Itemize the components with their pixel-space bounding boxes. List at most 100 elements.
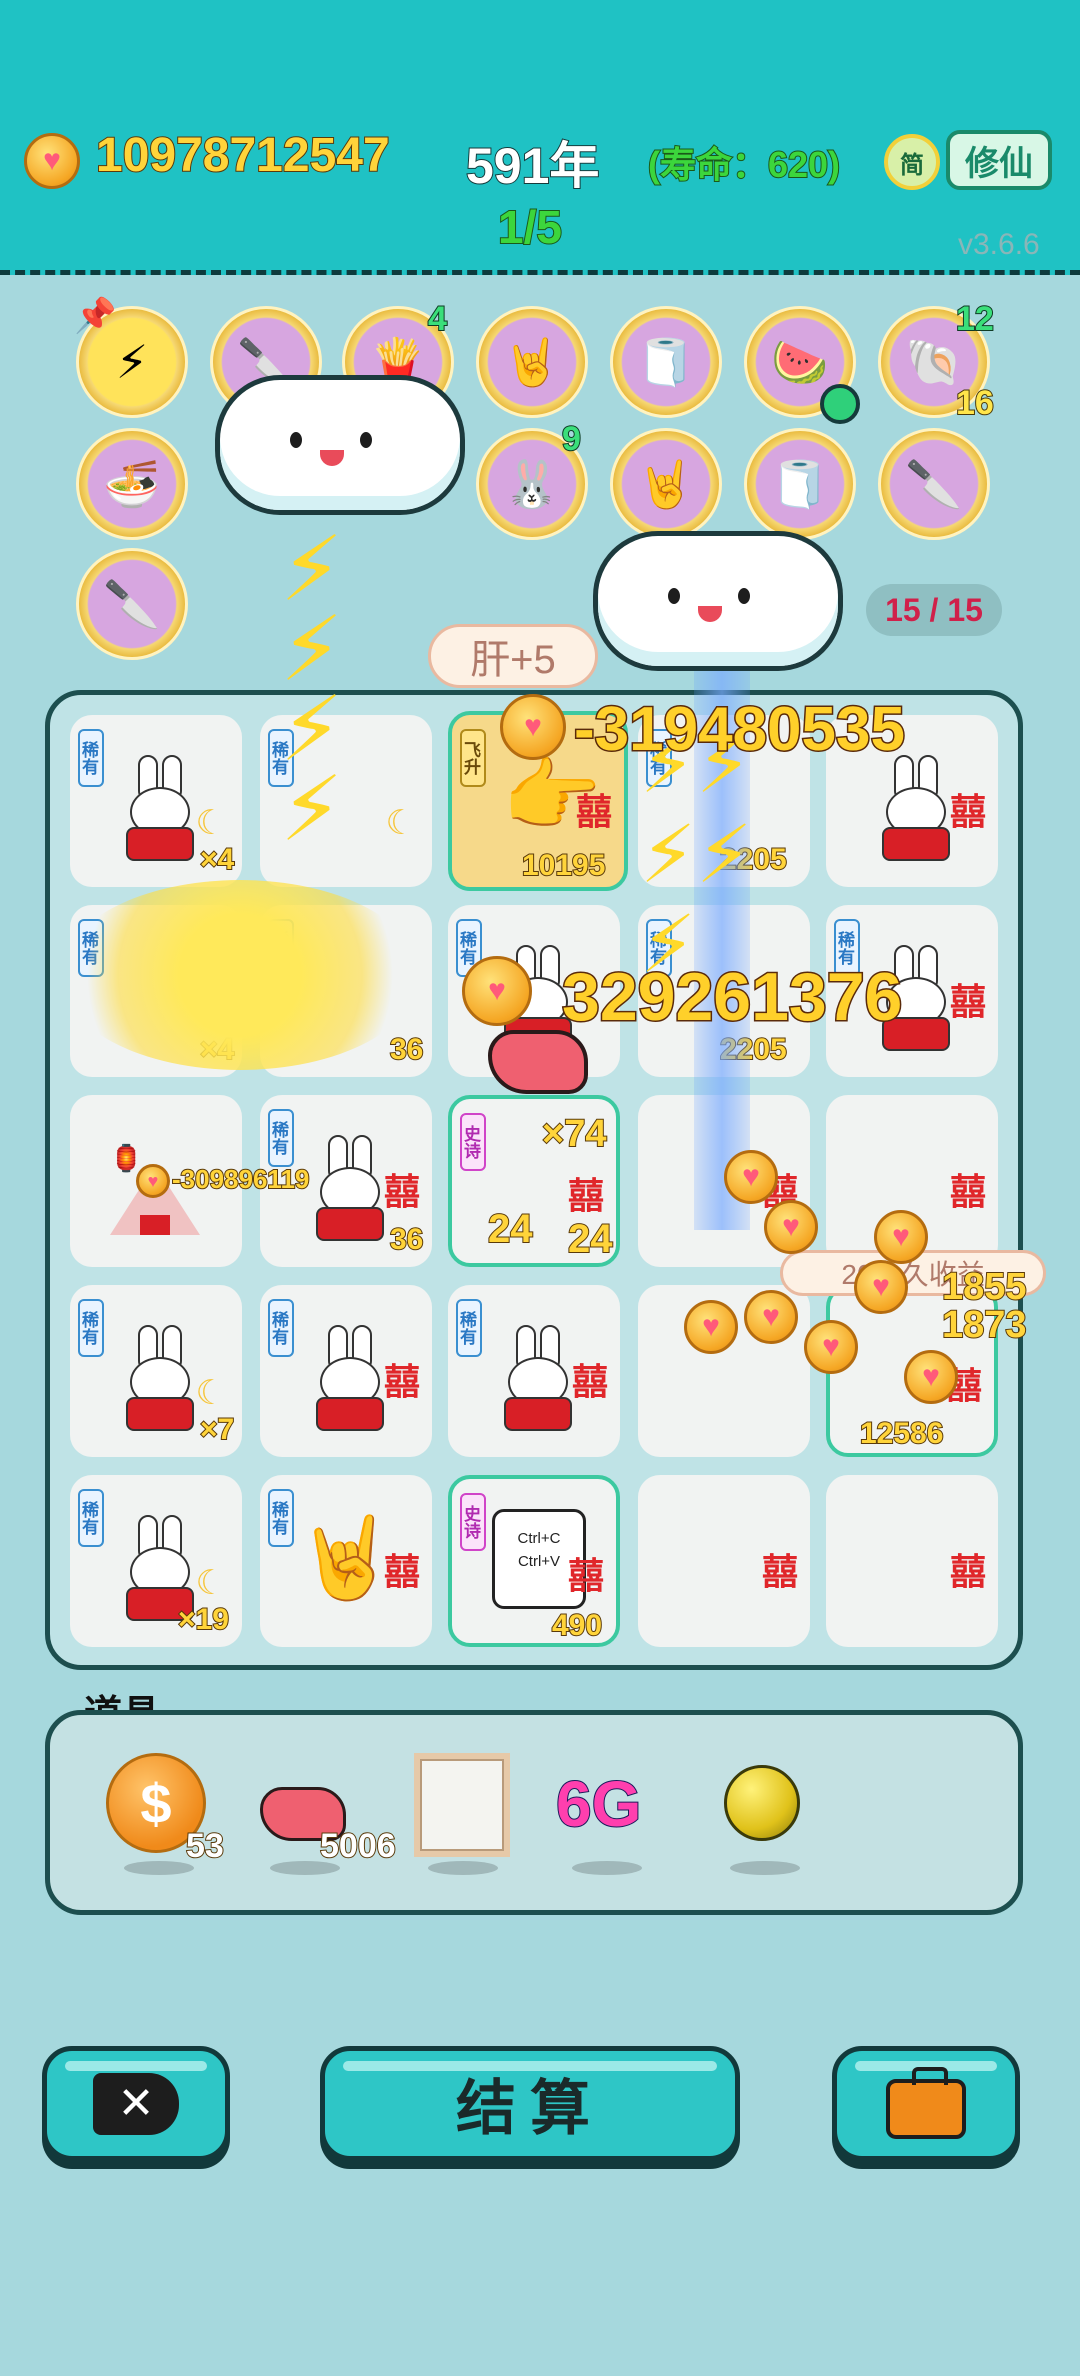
xi-icon: 囍 [383,1171,420,1212]
inventory-button[interactable] [832,2046,1020,2161]
board-cell[interactable]: 稀有 🤘 囍 [260,1475,432,1647]
6g-icon: 6G [555,1767,642,1841]
cleaver-relic-3[interactable]: 🔪 [76,548,188,660]
coin-icon: ♥ [24,133,80,189]
relic-slot-counter: 15 / 15 [866,584,1002,636]
shell-count-top: 12 [955,299,995,339]
bunny-icon: 🐰 [503,457,561,510]
heart-coin-icon: ♥ [462,956,532,1026]
star-burst [60,880,420,1070]
prop-count: 53 [185,1826,225,1866]
status-dot-icon [820,384,860,424]
damage-popup-2: 329261376 [560,958,903,1037]
rock-hand-icon: 🤘 [637,457,695,510]
cell-count: 36 [389,1222,424,1257]
bunny-icon [120,755,200,865]
bunny-icon [310,1325,390,1435]
stage-counter: 1/5 [497,200,563,254]
top-bar: ♥ 10978712547 591年 (寿命：620) 1/5 简 修仙 v3.… [0,0,1080,275]
settle-button[interactable]: 结算 [320,2046,740,2161]
prop-6g[interactable]: 6G [555,1753,666,1875]
bunny-icon [310,1135,390,1245]
heart-coin-icon: ♥ [136,1164,170,1198]
poem-tag: 史诗 [460,1113,486,1171]
bunny-icon [498,1325,578,1435]
liver-icon [488,1030,588,1094]
tissue-icon: 🧻 [771,457,829,510]
noodle-bowl-icon: 🍜 [103,457,161,510]
xi-icon: 囍 [949,791,986,832]
tissue-icon: 🧻 [637,335,695,388]
version-text: v3.6.6 [958,228,1040,261]
tissue-relic-2[interactable]: 🧻 [744,428,856,540]
cell-count: ×7 [199,1412,235,1447]
board-cell[interactable]: 稀有 ☾ ×4 [70,715,242,887]
cultivation-label: 修仙 [965,144,1033,183]
poem-tag: 史诗 [460,1493,486,1551]
year-counter: 591年 [465,137,600,195]
xi-icon: 囍 [383,1361,420,1402]
prop-frame[interactable] [412,1753,522,1875]
rock-hand-relic[interactable]: 🤘 [476,306,588,418]
prop-gold-orb[interactable] [714,1753,824,1875]
board-cell[interactable]: 稀有 ☾ ×19 [70,1475,242,1647]
moon-icon: ☾ [385,804,416,842]
cell-count: 24 [567,1216,613,1262]
cleaver-relic-2[interactable]: 🔪 [878,428,990,540]
bunny-icon [120,1325,200,1435]
liver-popup-text: 肝+5 [470,638,556,682]
rock-hand-relic-2[interactable]: 🤘 [610,428,722,540]
shell-icon: 🐚 [905,335,963,388]
board-cell[interactable]: 稀有 囍 [448,1285,620,1457]
xi-icon: 囍 [383,1551,420,1592]
cleaver-icon: 🔪 [905,457,963,510]
board-cell[interactable]: 囍 [826,1475,998,1647]
coin-counter: 10978712547 [95,128,391,183]
settle-label: 结算 [456,2075,604,2142]
pin-icon: 📌 [74,297,117,335]
damage-popup-small: -309896119 [171,1163,310,1195]
prop-count: 5006 [319,1826,397,1866]
cell-count: 10195 [521,848,606,883]
bunny-icon [876,755,956,865]
cell-count: 490 [551,1608,603,1643]
rarity-tag: 稀有 [456,1299,482,1357]
xi-icon: 囍 [949,981,986,1022]
ctrl-c-text: Ctrl+C [517,1530,561,1547]
prop-liver[interactable]: 5006 [260,1753,410,1875]
prop-dollar-coin[interactable]: $ 53 [106,1753,225,1875]
cultivation-button[interactable]: 修仙 [946,130,1052,190]
cell-count: 36 [389,1032,424,1067]
cloud-character-left [220,380,460,510]
xi-icon: 囍 [571,1361,608,1402]
rarity-tag: 稀有 [268,1299,294,1357]
board-cell[interactable]: 囍 [638,1475,810,1647]
relic-slot-text: 15 / 15 [885,591,983,628]
board-cell[interactable]: 稀有 ☾ ×7 [70,1285,242,1457]
cleaver-icon: 🔪 [103,577,161,630]
rarity-tag: 稀有 [78,1299,104,1357]
cell-count: ×19 [177,1602,230,1637]
close-icon: ✕ [93,2072,179,2135]
board-cell[interactable]: 稀有 囍 [260,1285,432,1457]
board-cell[interactable]: 史诗 Ctrl+C Ctrl+V 囍 490 [448,1475,620,1647]
rock-hand-icon: 🤘 [296,1513,396,1602]
tissue-relic[interactable]: 🧻 [610,306,722,418]
noodle-bowl-relic[interactable]: 🍜 [76,428,188,540]
damage-popup-1: -319480535 [573,694,907,766]
lightning-bolts-left: ⚡ ⚡ ⚡ ⚡ [280,520,344,860]
exit-button[interactable]: ✕ [42,2046,230,2161]
bunny-relic-count: 9 [561,419,582,459]
simplified-toggle[interactable]: 简 [884,134,940,190]
moon-icon: ☾ [195,1564,226,1602]
rarity-tag: 稀有 [78,1489,104,1547]
cell-count: ×4 [199,842,235,877]
lifespan-text: (寿命：620) [647,143,841,186]
liver-popup: 肝+5 [428,624,598,688]
xi-icon: 囍 [567,1555,604,1596]
board-cell[interactable]: 史诗 囍 ×74 24 24 [448,1095,620,1267]
moon-icon: ☾ [195,1374,226,1412]
fries-count: 4 [427,299,448,339]
frame-icon [414,1753,510,1857]
simplified-label: 简 [900,151,924,179]
